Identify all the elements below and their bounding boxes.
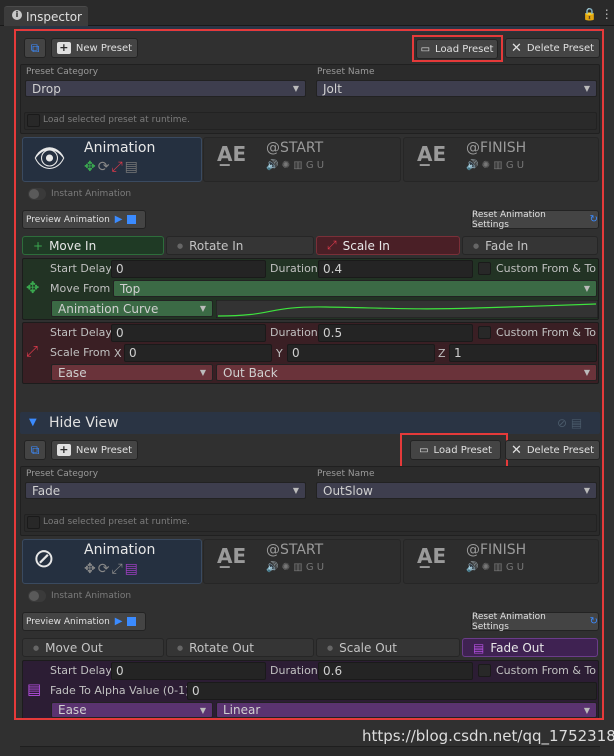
titlebar xyxy=(0,0,614,26)
next-component-strip xyxy=(20,746,600,756)
focus-highlight-box xyxy=(14,29,604,720)
lock-menu-icons[interactable]: 🔒 ⋮ xyxy=(582,7,613,21)
info-icon: i xyxy=(12,10,22,20)
watermark-text: https://blog.csdn.net/qq_17523181 xyxy=(362,727,614,745)
